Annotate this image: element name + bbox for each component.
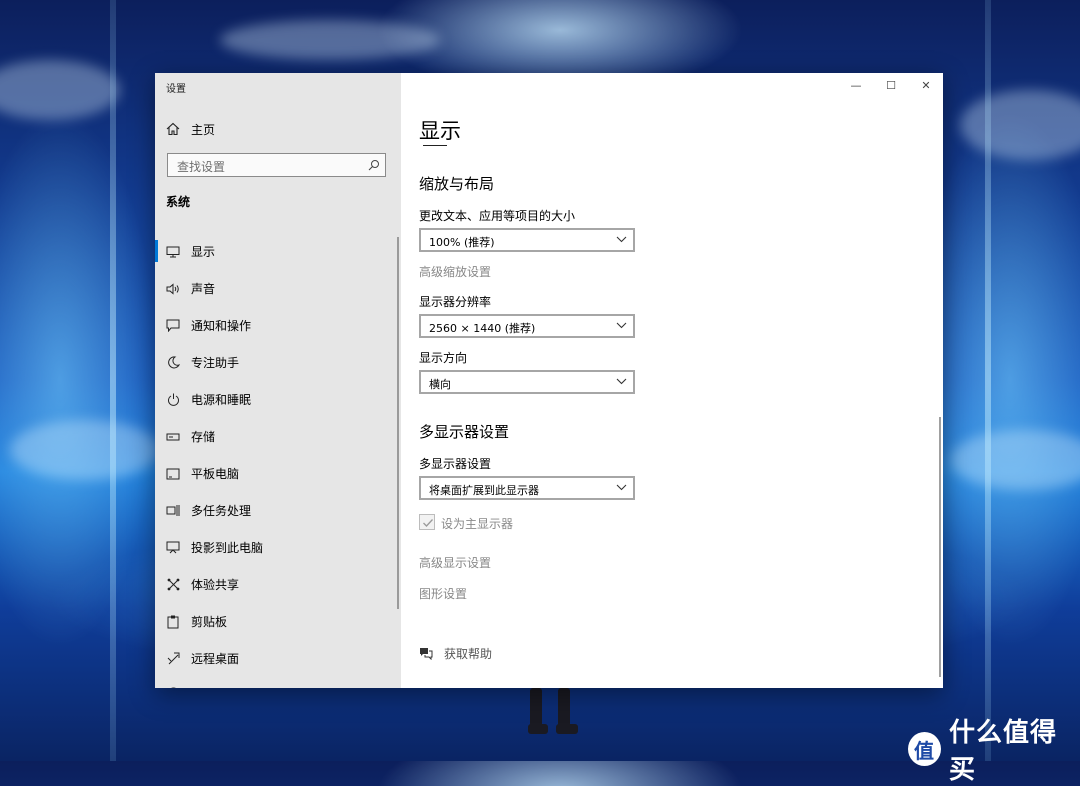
section-title-system: 系统 (166, 195, 191, 209)
orientation-dropdown[interactable]: 横向 (419, 370, 635, 394)
sidebar-item-label: 专注助手 (191, 356, 240, 370)
orientation-label: 显示方向 (419, 351, 468, 365)
page-title: 显示 (419, 119, 461, 143)
sidebar-item-storage[interactable]: 存储 (155, 418, 397, 455)
main-display-checkbox-label: 设为主显示器 (441, 517, 514, 531)
clipboard-icon (166, 615, 180, 629)
sidebar-item-label: 平板电脑 (191, 467, 240, 481)
storage-icon (166, 430, 180, 444)
resolution-label: 显示器分辨率 (419, 295, 492, 309)
watermark-text: 什么值得买 (948, 718, 1057, 785)
sidebar-item-remote-desktop[interactable]: 远程桌面 (155, 640, 397, 677)
sidebar-item-clipboard[interactable]: 剪贴板 (155, 603, 397, 640)
search-icon (368, 160, 379, 171)
section-title-scale-layout: 缩放与布局 (419, 175, 495, 193)
background-cloud (0, 60, 120, 120)
sidebar-item-about[interactable]: 关于 (155, 677, 397, 688)
resolution-dropdown[interactable]: 2560 × 1440 (推荐) (419, 314, 635, 338)
sidebar-item-power-sleep[interactable]: 电源和睡眠 (155, 381, 397, 418)
text-size-dropdown[interactable]: 100% (推荐) (419, 228, 635, 252)
monitor-icon (166, 245, 180, 259)
checkmark-icon (423, 519, 433, 527)
sidebar-item-label: 关于 (191, 686, 215, 688)
advanced-scaling-link[interactable]: 高级缩放设置 (419, 263, 491, 280)
background-cloud (950, 430, 1080, 490)
background-pillar (110, 0, 116, 761)
sidebar-item-sound[interactable]: 声音 (155, 270, 397, 307)
get-help-label: 获取帮助 (444, 647, 493, 661)
chevron-down-icon (616, 236, 627, 243)
main-content: — ☐ ✕ 显示 缩放与布局 更改文本、应用等项目的大小 100% (推荐) 高… (401, 73, 943, 688)
chevron-down-icon (616, 484, 627, 491)
sidebar-item-project-to-pc[interactable]: 投影到此电脑 (155, 529, 397, 566)
get-help-link[interactable]: 获取帮助 (419, 645, 492, 662)
main-scrollbar[interactable] (939, 417, 941, 677)
multiple-displays-label: 多显示器设置 (419, 457, 492, 471)
sidebar-item-label: 多任务处理 (191, 504, 252, 518)
help-chat-icon (420, 648, 433, 660)
close-button[interactable]: ✕ (911, 77, 941, 93)
share-icon (166, 578, 180, 592)
search-input[interactable]: 查找设置 (167, 153, 386, 177)
sidebar-item-label: 声音 (191, 282, 216, 296)
window-title: 设置 (166, 84, 186, 95)
notification-icon (166, 319, 180, 333)
sidebar-item-tablet[interactable]: 平板电脑 (155, 455, 397, 492)
sidebar: 设置 主页 查找设置 系统 显示 声音 通知和操作 专注助手 电源和睡眠 存储 … (155, 73, 401, 688)
sidebar-nav: 显示 声音 通知和操作 专注助手 电源和睡眠 存储 平板电脑 多任务处理 投影到… (155, 233, 397, 688)
sidebar-item-label: 剪贴板 (191, 615, 228, 629)
background-cloud (960, 90, 1080, 160)
multitask-icon (166, 504, 180, 518)
sidebar-item-shared-experiences[interactable]: 体验共享 (155, 566, 397, 603)
settings-window: 设置 主页 查找设置 系统 显示 声音 通知和操作 专注助手 电源和睡眠 存储 … (155, 73, 943, 688)
power-icon (166, 393, 180, 407)
sidebar-item-label: 存储 (191, 430, 216, 444)
sidebar-item-label: 显示 (191, 245, 216, 259)
background-cloud (220, 20, 440, 60)
home-link[interactable]: 主页 (166, 120, 215, 138)
maximize-button[interactable]: ☐ (876, 77, 906, 93)
background-pillar (985, 0, 991, 761)
advanced-display-link[interactable]: 高级显示设置 (419, 554, 491, 571)
chevron-down-icon (616, 378, 627, 385)
resolution-value: 2560 × 1440 (推荐) (429, 322, 536, 335)
sidebar-item-label: 电源和睡眠 (191, 393, 252, 407)
minimize-button[interactable]: — (841, 77, 871, 93)
section-title-multiple-displays: 多显示器设置 (419, 423, 510, 441)
speaker-icon (166, 282, 180, 296)
tablet-icon (166, 467, 180, 481)
text-size-label: 更改文本、应用等项目的大小 (419, 209, 576, 223)
sidebar-item-label: 投影到此电脑 (191, 541, 264, 555)
sidebar-item-label: 体验共享 (191, 578, 240, 592)
home-label: 主页 (191, 122, 216, 137)
sidebar-item-display[interactable]: 显示 (155, 233, 397, 270)
graphics-settings-link[interactable]: 图形设置 (419, 585, 467, 602)
sidebar-item-label: 通知和操作 (191, 319, 252, 333)
main-display-checkbox[interactable] (419, 514, 435, 530)
sidebar-scrollbar[interactable] (397, 237, 399, 609)
multiple-displays-value: 将桌面扩展到此显示器 (429, 484, 539, 497)
orientation-value: 横向 (429, 378, 451, 391)
text-size-value: 100% (推荐) (429, 236, 495, 249)
projection-icon (166, 541, 180, 555)
title-underline (423, 145, 447, 146)
search-placeholder: 查找设置 (177, 160, 226, 174)
sidebar-item-multitasking[interactable]: 多任务处理 (155, 492, 397, 529)
remote-desktop-icon (166, 652, 180, 666)
home-icon (166, 122, 180, 136)
background-figure (528, 688, 590, 761)
watermark: 值 什么值得买 (908, 712, 1080, 786)
chevron-down-icon (616, 322, 627, 329)
multiple-displays-dropdown[interactable]: 将桌面扩展到此显示器 (419, 476, 635, 500)
info-icon (166, 686, 180, 688)
background-cloud (10, 420, 160, 480)
sidebar-item-notifications[interactable]: 通知和操作 (155, 307, 397, 344)
sidebar-item-focus-assist[interactable]: 专注助手 (155, 344, 397, 381)
moon-icon (166, 356, 180, 370)
sidebar-item-label: 远程桌面 (191, 652, 240, 666)
